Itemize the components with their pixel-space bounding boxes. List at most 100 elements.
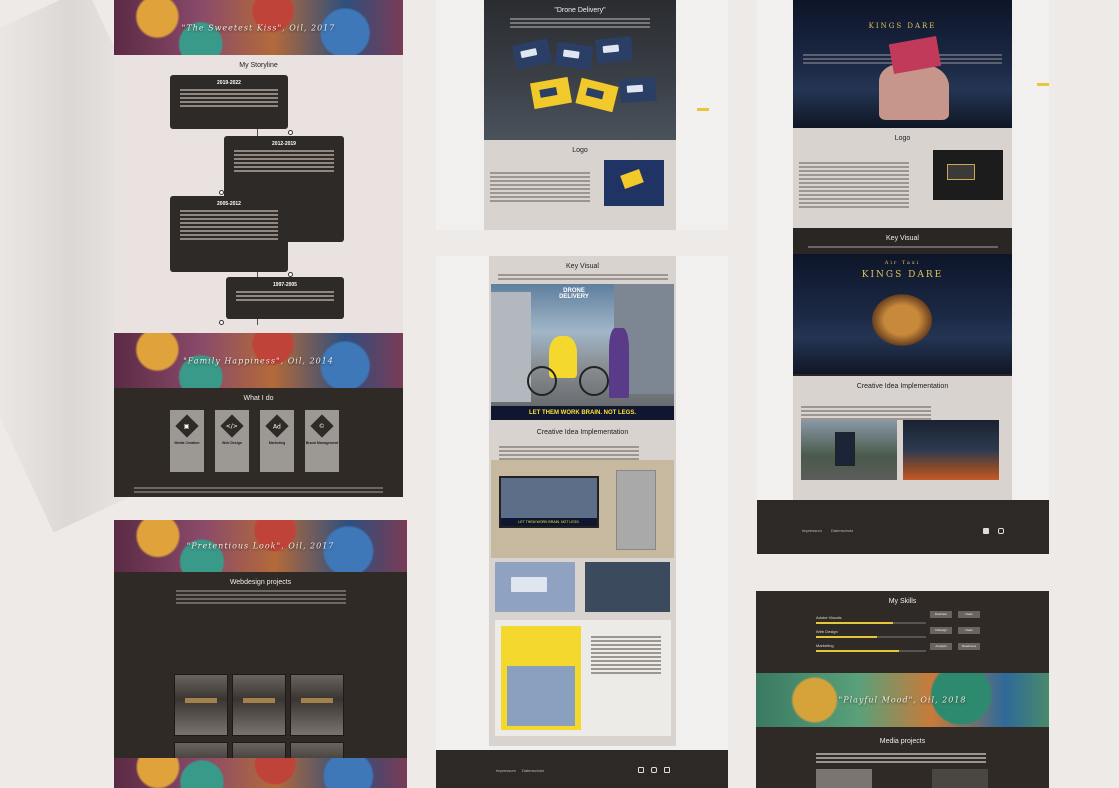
timeline-years: 2012-2019 [272, 141, 296, 147]
skills-mockup: My Skills Adobe Visuals Web Design Marke… [756, 591, 1049, 788]
drone-delivery-mockup-bottom: Key Visual DRONE DELIVERY LET THEM WORK … [436, 256, 728, 788]
email-icon[interactable] [638, 767, 644, 773]
timeline-dot [219, 320, 224, 325]
card-mockup [495, 562, 575, 612]
webdesign-title: Webdesign projects [229, 579, 292, 586]
skill-bar: Adobe Visuals [816, 615, 926, 624]
project-thumbnail[interactable] [174, 674, 228, 736]
skill-pill: InDesign [930, 627, 952, 634]
drone-hero: "Drone Delivery" [484, 0, 676, 140]
footer-link[interactable]: Datenschutz [831, 528, 853, 533]
slogan-banner: LET THEM WORK BRAIN. NOT LEGS. [491, 406, 674, 420]
painting-title: "Playful Mood", Oil, 2018 [838, 695, 967, 705]
skill-pill: Ideas [958, 627, 980, 634]
key-visual-title: Key Visual [886, 235, 919, 242]
footer: Impressum Datenschutz [757, 500, 1049, 554]
footer-link[interactable]: Datenschutz [522, 768, 544, 773]
business-card [530, 76, 572, 110]
accent-mark [1037, 83, 1049, 86]
footer-link[interactable]: Impressum [802, 528, 822, 533]
ad-icon: Ad [265, 414, 289, 438]
key-visual-photo: DRONE DELIVERY LET THEM WORK BRAIN. NOT … [491, 284, 674, 420]
footer: Impressum Datenschutz [436, 750, 728, 788]
accent-mark [697, 108, 709, 111]
storyline-section: My Storyline 2019-2022 2012-2019 2005-20… [114, 55, 403, 333]
project-thumbnail[interactable] [232, 674, 286, 736]
service-card-brand: © Brand Management [305, 410, 339, 472]
project-thumbnail[interactable] [290, 674, 344, 736]
painting-banner-bottom: "Pretentious Look", Oil, 2017 [114, 520, 407, 572]
timeline-years: 2019-2022 [217, 80, 241, 86]
portfolio-mockup-left: "The Sweetest Kiss", Oil, 2017 My Storyl… [114, 0, 403, 497]
painting-title: "The Sweetest Kiss", Oil, 2017 [181, 23, 336, 32]
billboard-photo [801, 420, 897, 480]
media-thumbnail[interactable] [816, 769, 872, 788]
timeline-entry: 1997-2005 [226, 277, 344, 319]
service-card-web: </> Web Design [215, 410, 249, 472]
bike-wheel [579, 366, 609, 396]
business-card [554, 41, 594, 71]
skill-pill: Readiness [958, 643, 980, 650]
billboard-mockup: LET THEM WORK BRAIN. NOT LEGS. [491, 460, 674, 558]
instagram-icon[interactable] [998, 528, 1004, 534]
what-i-do-title: What I do [243, 395, 274, 402]
logo-section: Logo [484, 140, 676, 230]
camera-icon: ▣ [175, 414, 199, 438]
timeline-entry: 2019-2022 [170, 75, 288, 129]
logo-title: Logo [572, 147, 588, 154]
painting-banner-partial [114, 758, 407, 788]
timeline-years: 2005-2012 [217, 201, 241, 207]
code-icon: </> [220, 414, 244, 438]
suited-person [609, 328, 629, 398]
painting-title: "Family Happiness", Oil, 2014 [183, 356, 334, 365]
timeline-dot [219, 190, 224, 195]
drone-delivery-mockup-top: "Drone Delivery" Logo [436, 0, 728, 230]
painting-banner-middle: "Family Happiness", Oil, 2014 [114, 333, 403, 388]
timeline-entry: 2005-2012 [170, 196, 288, 272]
kings-dare-mockup: KINGS DARE Logo Key Visual Air Taxi KING… [757, 0, 1049, 554]
media-thumbnail[interactable] [932, 769, 988, 788]
logo-card-photo [933, 150, 1003, 200]
what-i-do-section: What I do ▣ Media Creation </> Web Desig… [114, 388, 403, 497]
webdesign-section: Webdesign projects [114, 572, 407, 788]
skill-pill: Ideas [958, 611, 980, 618]
logo-box-image [604, 160, 664, 206]
brand-wordmark: KINGS DARE [868, 22, 937, 30]
footer-link[interactable]: Impressum [496, 768, 516, 773]
painting-banner-top: "The Sweetest Kiss", Oil, 2017 [114, 0, 403, 55]
media-title: Media projects [879, 738, 926, 745]
key-visual-title: Key Visual [566, 263, 599, 270]
hand-holding-card [879, 64, 949, 120]
creative-title: Creative Idea Implementation [856, 383, 949, 390]
key-visual-photo: Air Taxi KINGS DARE [793, 254, 1012, 374]
timeline-dot [288, 130, 293, 135]
street-photo [903, 420, 999, 480]
creative-section: Creative Idea Implementation [793, 376, 1012, 500]
skill-pill: Illustrator [930, 611, 952, 618]
skills-title: My Skills [888, 598, 917, 605]
skill-pill: Analysis [930, 643, 952, 650]
creative-title: Creative Idea Implementation [536, 429, 629, 436]
linkedin-icon[interactable] [664, 767, 670, 773]
business-card [594, 36, 634, 64]
key-visual-section: Key Visual Air Taxi KINGS DARE [793, 228, 1012, 376]
portfolio-mockup-left-2: "Pretentious Look", Oil, 2017 Webdesign … [114, 520, 407, 788]
skill-bar: Marketing [816, 643, 926, 652]
drone-title: "Drone Delivery" [554, 7, 606, 14]
business-card [619, 76, 657, 104]
instagram-icon[interactable] [651, 767, 657, 773]
logo-section: Logo [793, 128, 1012, 228]
brand-hero: KINGS DARE [793, 0, 1012, 128]
brochure-mockup [495, 620, 671, 736]
storyline-title: My Storyline [239, 62, 278, 69]
service-card-marketing: Ad Marketing [260, 410, 294, 472]
skill-bar: Web Design [816, 629, 926, 638]
service-card-media: ▣ Media Creation [170, 410, 204, 472]
timeline-years: 1997-2005 [273, 282, 297, 288]
facebook-icon[interactable] [983, 528, 989, 534]
logo-title: Logo [894, 135, 911, 142]
business-card [511, 38, 553, 70]
painting-title: "Pretentious Look", Oil, 2017 [186, 541, 335, 551]
painting-banner: "Playful Mood", Oil, 2018 [756, 673, 1049, 727]
brand-wordmark: DRONE DELIVERY [559, 288, 589, 300]
